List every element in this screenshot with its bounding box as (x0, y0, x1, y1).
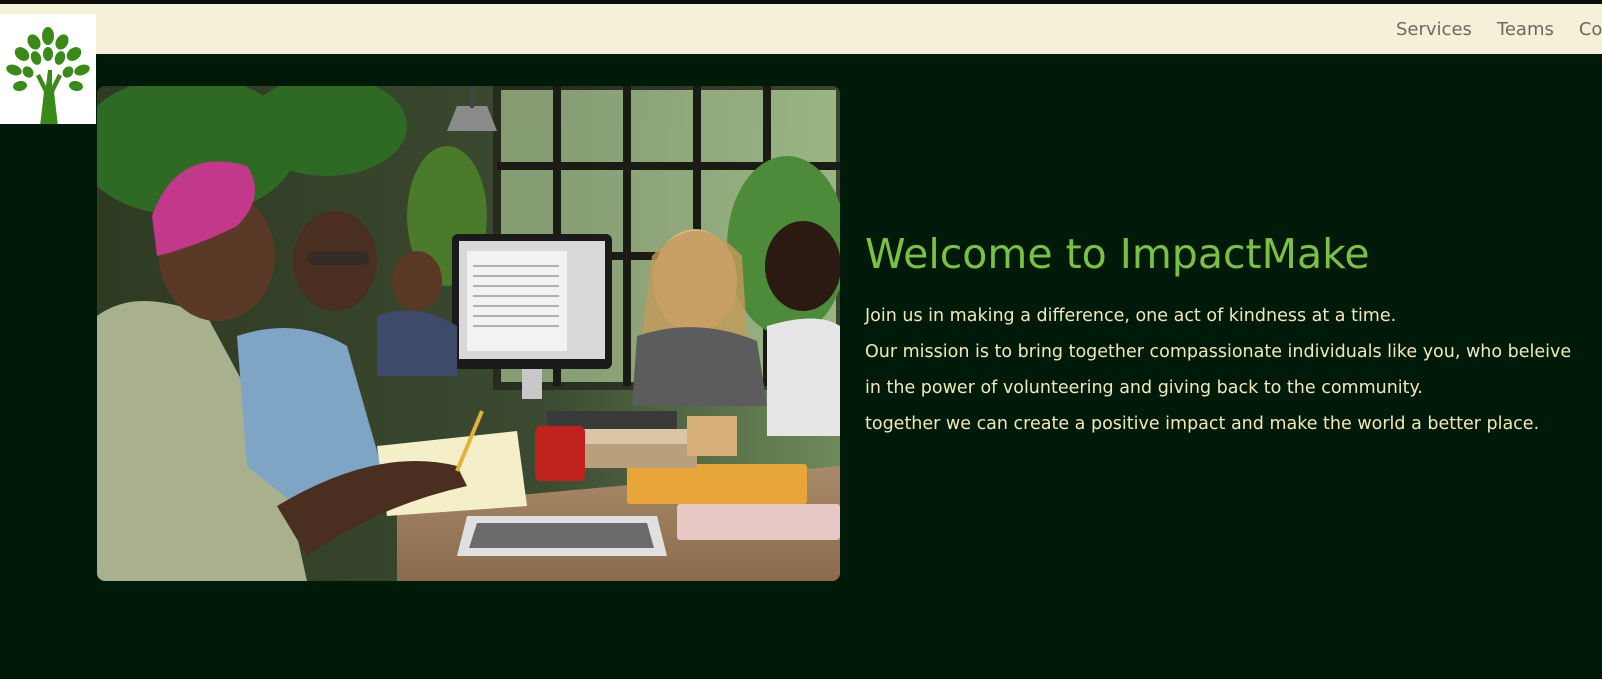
hero-line-3: in the power of volunteering and giving … (865, 378, 1423, 398)
tree-icon (6, 27, 90, 124)
hero-image (97, 86, 840, 581)
nav-links: Services Teams Co (1396, 4, 1602, 54)
nav-link-services[interactable]: Services (1396, 19, 1472, 40)
logo[interactable] (0, 14, 96, 124)
hero-title: Welcome to ImpactMake (865, 230, 1370, 278)
volunteers-photo (97, 86, 840, 581)
hero-text: Welcome to ImpactMake Join us in making … (865, 226, 1602, 442)
navbar (0, 4, 1602, 54)
hero-line-4: together we can create a positive impact… (865, 414, 1540, 434)
nav-link-contact[interactable]: Co (1579, 19, 1602, 40)
hero-line-2: Our mission is to bring together compass… (865, 342, 1572, 362)
hero-line-1: Join us in making a difference, one act … (865, 306, 1397, 326)
nav-link-teams[interactable]: Teams (1497, 19, 1554, 40)
